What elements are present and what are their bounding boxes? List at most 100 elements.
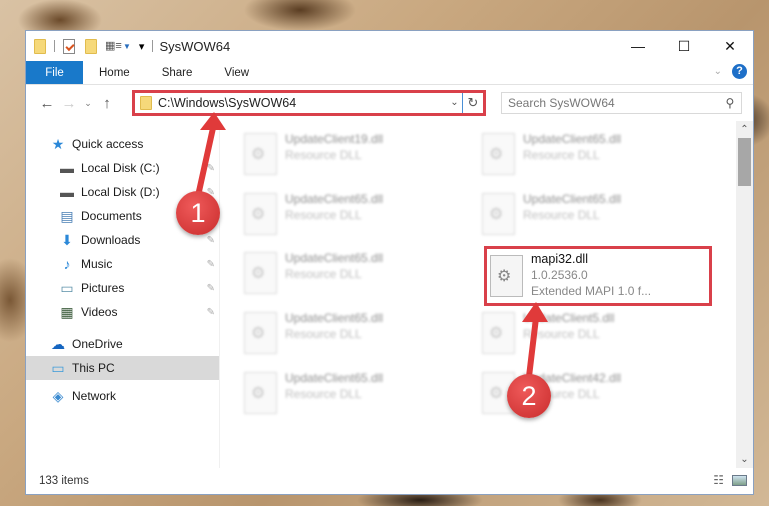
vertical-scrollbar[interactable]: ⌃ ⌄: [736, 121, 753, 468]
pin-icon[interactable]: ✎: [207, 211, 215, 222]
refresh-button[interactable]: ↻: [463, 95, 483, 111]
file-item[interactable]: UpdateClient65.dll Resource DLL: [240, 248, 468, 304]
view-options-dropdown-icon[interactable]: ▼: [123, 42, 131, 51]
dll-file-icon: [482, 193, 515, 235]
sidebar-item-videos[interactable]: ▦ Videos ✎: [26, 300, 219, 324]
file-description: Resource DLL: [523, 148, 600, 162]
file-name: UpdateClient19.dll: [285, 132, 384, 146]
sidebar-item-network[interactable]: ◈ Network: [26, 384, 219, 408]
star-icon: ★: [51, 135, 65, 152]
tab-file[interactable]: File: [26, 61, 83, 84]
customize-toolbar-icon[interactable]: ▾: [139, 40, 145, 53]
pin-icon[interactable]: ✎: [207, 259, 215, 270]
file-item[interactable]: UpdateClient65.dll Resource DLL: [240, 308, 468, 364]
drive-icon: ▬: [60, 184, 74, 200]
sidebar-item-documents[interactable]: ▤ Documents ✎: [26, 204, 219, 228]
navigation-pane: ★ Quick access ▬ Local Disk (C:) ✎ ▬ Loc…: [26, 121, 219, 468]
file-description: Resource DLL: [523, 387, 600, 401]
up-button[interactable]: ↑: [96, 95, 118, 112]
sidebar-item-this-pc[interactable]: ▭ This PC: [26, 356, 219, 380]
file-name: UpdateClient65.dll: [523, 132, 622, 146]
address-dropdown-button[interactable]: ⌄: [447, 93, 463, 113]
folder-icon: [140, 96, 152, 110]
sidebar-item-downloads[interactable]: ⬇ Downloads ✎: [26, 228, 219, 252]
file-name: UpdateClient65.dll: [285, 311, 384, 325]
sidebar-item-label: Local Disk (C:): [81, 161, 160, 175]
file-name: UpdateClient5.dll: [523, 311, 615, 325]
pin-icon[interactable]: ✎: [207, 187, 215, 198]
properties-icon[interactable]: [63, 38, 75, 54]
recent-locations-button[interactable]: ⌄: [80, 98, 96, 109]
search-icon[interactable]: ⚲: [719, 96, 741, 110]
sidebar-item-quick-access[interactable]: ★ Quick access: [26, 132, 219, 156]
toolbar-separator: [54, 40, 55, 52]
file-description: Resource DLL: [523, 327, 600, 341]
dll-file-icon: [482, 372, 515, 414]
window-controls: — ☐ ✕: [615, 31, 753, 61]
file-version: 1.0.2536.0: [531, 268, 588, 282]
pin-icon[interactable]: ✎: [207, 235, 215, 246]
details-view-button[interactable]: ☷: [713, 473, 724, 487]
tab-share[interactable]: Share: [146, 61, 209, 84]
tab-view[interactable]: View: [208, 61, 265, 84]
sidebar-item-local-disk-d[interactable]: ▬ Local Disk (D:) ✎: [26, 180, 219, 204]
pin-icon[interactable]: ✎: [207, 283, 215, 294]
address-path[interactable]: C:\Windows\SysWOW64: [158, 96, 447, 110]
maximize-button[interactable]: ☐: [661, 31, 707, 61]
file-item[interactable]: UpdateClient5.dll Resource DLL: [478, 308, 706, 364]
sidebar-item-pictures[interactable]: ▭ Pictures ✎: [26, 276, 219, 300]
view-options-icon[interactable]: ▦≡: [105, 39, 122, 53]
file-item-mapi32[interactable]: mapi32.dll 1.0.2536.0 Extended MAPI 1.0 …: [484, 246, 712, 306]
scroll-up-button[interactable]: ⌃: [736, 121, 753, 138]
scroll-down-button[interactable]: ⌄: [736, 451, 753, 468]
navigation-bar: ← → ⌄ ↑ C:\Windows\SysWOW64 ⌄ ↻ ⚲: [26, 85, 753, 121]
file-description: Resource DLL: [285, 327, 362, 341]
forward-button[interactable]: →: [58, 95, 80, 112]
file-item[interactable]: UpdateClient65.dll Resource DLL: [478, 129, 706, 185]
videos-icon: ▦: [60, 303, 74, 320]
sidebar-item-onedrive[interactable]: ☁ OneDrive: [26, 332, 219, 356]
back-button[interactable]: ←: [36, 95, 58, 112]
file-name: UpdateClient65.dll: [523, 192, 622, 206]
sidebar-item-label: Quick access: [72, 137, 144, 151]
music-icon: ♪: [63, 256, 71, 272]
help-icon[interactable]: ?: [732, 64, 747, 79]
file-item[interactable]: UpdateClient65.dll Resource DLL: [240, 189, 468, 245]
search-box[interactable]: ⚲: [501, 92, 742, 114]
file-explorer-window: ▦≡ ▼ ▾ SysWOW64 — ☐ ✕ File Home Share Vi…: [25, 30, 754, 495]
sidebar-item-music[interactable]: ♪ Music ✎: [26, 252, 219, 276]
network-icon: ◈: [52, 387, 64, 404]
file-description: Resource DLL: [285, 208, 362, 222]
address-bar[interactable]: C:\Windows\SysWOW64 ⌄ ↻: [132, 90, 486, 116]
tab-home[interactable]: Home: [83, 61, 146, 84]
file-description: Extended MAPI 1.0 f...: [531, 284, 652, 298]
ribbon-tabs: File Home Share View ⌄ ?: [26, 61, 753, 85]
minimize-button[interactable]: —: [615, 31, 661, 61]
close-button[interactable]: ✕: [707, 31, 753, 61]
expand-ribbon-icon[interactable]: ⌄: [714, 66, 722, 77]
scroll-thumb[interactable]: [738, 138, 751, 186]
sidebar-item-local-disk-c[interactable]: ▬ Local Disk (C:) ✎: [26, 156, 219, 180]
documents-icon: ▤: [60, 207, 74, 224]
pin-icon[interactable]: ✎: [207, 307, 215, 318]
window-title: SysWOW64: [159, 38, 231, 54]
title-bar: ▦≡ ▼ ▾ SysWOW64 — ☐ ✕: [26, 31, 753, 61]
dll-file-icon: [244, 252, 277, 294]
search-input[interactable]: [508, 96, 719, 110]
file-item[interactable]: UpdateClient19.dll Resource DLL: [240, 129, 468, 185]
downloads-icon: ⬇: [61, 231, 73, 248]
file-item[interactable]: UpdateClient65.dll Resource DLL: [240, 368, 468, 424]
file-item[interactable]: UpdateClient65.dll Resource DLL: [478, 189, 706, 245]
title-separator: [152, 40, 154, 52]
new-folder-icon[interactable]: [85, 38, 97, 54]
sidebar-item-label: Local Disk (D:): [81, 185, 160, 199]
large-icons-view-button[interactable]: [732, 475, 747, 486]
file-item[interactable]: UpdateClient42.dll Resource DLL: [478, 368, 706, 424]
dll-file-icon: [244, 133, 277, 175]
folder-icon[interactable]: [34, 38, 46, 54]
file-name: UpdateClient65.dll: [285, 251, 384, 265]
file-name: UpdateClient65.dll: [285, 371, 384, 385]
status-bar: 133 items ☷: [26, 468, 753, 494]
pictures-icon: ▭: [60, 279, 74, 296]
pin-icon[interactable]: ✎: [207, 163, 215, 174]
